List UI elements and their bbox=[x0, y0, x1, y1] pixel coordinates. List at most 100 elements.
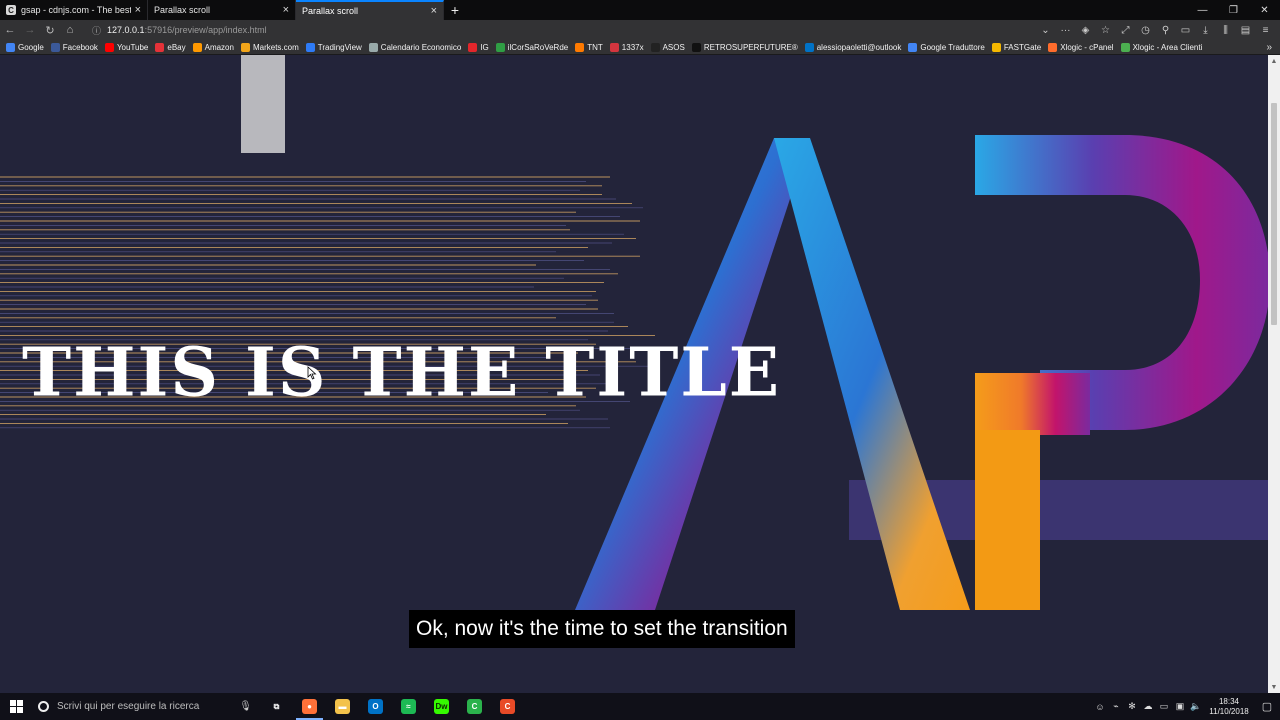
cortana-icon bbox=[38, 701, 49, 712]
bookmark-label: eBay bbox=[167, 42, 186, 52]
close-window-icon[interactable]: ✕ bbox=[1249, 0, 1280, 20]
history-icon[interactable]: ◷ bbox=[1137, 20, 1154, 40]
bookmark-label: alessiopaoletti@outlook bbox=[816, 42, 902, 52]
taskbar-app-spotify[interactable]: ≈ bbox=[392, 693, 425, 720]
bookmark-item[interactable]: alessiopaoletti@outlook bbox=[804, 42, 902, 52]
search-icon[interactable]: ⚲ bbox=[1157, 20, 1174, 40]
back-icon[interactable]: ← bbox=[0, 20, 20, 40]
taskbar-app-outlook[interactable]: O bbox=[359, 693, 392, 720]
bookmark-favicon-icon bbox=[192, 42, 202, 52]
close-tab-icon[interactable]: × bbox=[283, 4, 289, 16]
bookmark-label: Calendario Economico bbox=[380, 42, 462, 52]
bookmark-label: IG bbox=[480, 42, 489, 52]
bookmark-label: Xlogic - cPanel bbox=[1060, 42, 1114, 52]
bookmark-item[interactable]: Google Traduttore bbox=[908, 42, 985, 52]
taskbar-app-dreamweaver[interactable]: Dw bbox=[425, 693, 458, 720]
bookmark-label: Xlogic - Area Clienti bbox=[1132, 42, 1203, 52]
bookmark-favicon-icon bbox=[691, 42, 701, 52]
bookmark-favicon-icon bbox=[495, 42, 505, 52]
video-caption: Ok, now it's the time to set the transit… bbox=[409, 610, 795, 648]
taskbar-app-file-explorer[interactable]: ▬ bbox=[326, 693, 359, 720]
bookmark-favicon-icon bbox=[468, 42, 478, 52]
site-info-icon[interactable]: ⓘ bbox=[92, 24, 101, 37]
bookmark-item[interactable]: FASTGate bbox=[991, 42, 1042, 52]
screenshot-icon[interactable]: ▭ bbox=[1177, 20, 1194, 40]
tab-gsap-cdnjs[interactable]: C gsap - cdnjs.com - The best FO × bbox=[0, 0, 148, 20]
bookmark-item[interactable]: ilCorSaRoVeRde bbox=[495, 42, 569, 52]
windows-start-button[interactable] bbox=[0, 693, 32, 720]
bookmark-favicon-icon bbox=[650, 42, 660, 52]
bookmark-item[interactable]: RETROSUPERFUTURE® bbox=[691, 42, 798, 52]
taskbar-clock[interactable]: 18:34 11/10/2018 bbox=[1204, 697, 1254, 717]
bookmark-item[interactable]: Xlogic - Area Clienti bbox=[1120, 42, 1203, 52]
bookmark-item[interactable]: Google bbox=[6, 42, 44, 52]
page-actions-icon[interactable]: ··· bbox=[1057, 20, 1074, 40]
restore-icon[interactable]: ❐ bbox=[1218, 0, 1249, 20]
forward-icon[interactable]: → bbox=[20, 20, 40, 40]
fullscreen-icon[interactable]: ⤢ bbox=[1117, 20, 1134, 40]
close-tab-icon[interactable]: × bbox=[431, 5, 437, 17]
camtasia-recorder-icon: C bbox=[500, 699, 515, 714]
dropdown-icon[interactable]: ⌄ bbox=[1037, 20, 1054, 40]
bookmarks-bar: Google Facebook YouTube eBay Amazon Markets.c… bbox=[0, 40, 1280, 55]
bookmark-star-icon[interactable]: ☆ bbox=[1097, 20, 1114, 40]
p-arm-shape bbox=[975, 373, 1090, 435]
window-controls: — ❐ ✕ bbox=[1187, 0, 1280, 20]
bookmark-item[interactable]: IG bbox=[468, 42, 489, 52]
notifications-icon[interactable]: ▢ bbox=[1254, 700, 1280, 713]
taskbar-app-camtasia-recorder[interactable]: C bbox=[491, 693, 524, 720]
tab-parallax-scroll-2[interactable]: Parallax scroll × bbox=[296, 0, 444, 20]
reload-icon[interactable]: ↻ bbox=[40, 20, 60, 40]
search-placeholder: Scrivi qui per eseguire la ricerca bbox=[57, 701, 200, 712]
bookmark-item[interactable]: Xlogic - cPanel bbox=[1048, 42, 1114, 52]
bookmark-label: ilCorSaRoVeRde bbox=[507, 42, 569, 52]
home-icon[interactable]: ⌂ bbox=[60, 20, 80, 40]
downloads-icon[interactable]: ⤓ bbox=[1197, 20, 1214, 40]
bookmark-label: Google Traduttore bbox=[920, 42, 985, 52]
bookmark-item[interactable]: Calendario Economico bbox=[368, 42, 462, 52]
library-icon[interactable]: ⫼ bbox=[1217, 20, 1234, 40]
menu-icon[interactable]: ≡ bbox=[1257, 20, 1274, 40]
bookmark-item[interactable]: eBay bbox=[155, 42, 186, 52]
camtasia-icon: C bbox=[467, 699, 482, 714]
bookmark-item[interactable]: TradingView bbox=[305, 42, 362, 52]
volume-icon[interactable]: 🔈 bbox=[1188, 701, 1204, 712]
scroll-up-icon[interactable]: ▲ bbox=[1268, 55, 1280, 67]
bookmark-item[interactable]: Markets.com bbox=[240, 42, 299, 52]
network-icon[interactable]: ▣ bbox=[1172, 701, 1188, 712]
bookmark-label: FASTGate bbox=[1003, 42, 1042, 52]
taskbar-app-task-view[interactable]: ⧉ bbox=[260, 693, 293, 720]
scroll-down-icon[interactable]: ▼ bbox=[1268, 681, 1280, 693]
taskbar-app-camtasia[interactable]: C bbox=[458, 693, 491, 720]
pocket-icon[interactable]: ◈ bbox=[1077, 20, 1094, 40]
microphone-icon[interactable]: 🎙 bbox=[239, 701, 252, 712]
sidebar-icon[interactable]: ▤ bbox=[1237, 20, 1254, 40]
scrollbar-thumb[interactable] bbox=[1271, 103, 1277, 325]
browser-tab-bar: C gsap - cdnjs.com - The best FO × Paral… bbox=[0, 0, 1280, 20]
address-bar[interactable]: ⓘ 127.0.0.1 :57916/preview/app/index.htm… bbox=[86, 22, 1070, 38]
bookmark-favicon-icon bbox=[50, 42, 60, 52]
cloud-icon[interactable]: ☁ bbox=[1140, 701, 1156, 712]
minimize-icon[interactable]: — bbox=[1187, 0, 1218, 20]
tab-parallax-scroll-1[interactable]: Parallax scroll × bbox=[148, 0, 296, 20]
bookmark-item[interactable]: Amazon bbox=[192, 42, 234, 52]
app-tray-icon[interactable]: ✻ bbox=[1124, 701, 1140, 712]
people-icon[interactable]: ☺ bbox=[1092, 702, 1108, 712]
page-scrollbar[interactable]: ▲ ▼ bbox=[1268, 55, 1280, 693]
bookmark-item[interactable]: TNT bbox=[575, 42, 603, 52]
usb-icon[interactable]: ⌁ bbox=[1108, 701, 1124, 712]
bookmark-favicon-icon bbox=[6, 42, 15, 52]
close-tab-icon[interactable]: × bbox=[135, 4, 141, 16]
bookmark-item[interactable]: 1337x bbox=[609, 42, 644, 52]
more-bookmarks-icon[interactable]: » bbox=[1266, 40, 1272, 55]
taskbar-app-firefox[interactable]: ● bbox=[293, 693, 326, 720]
bookmark-label: 1337x bbox=[621, 42, 644, 52]
tab-label: Parallax scroll bbox=[302, 6, 359, 16]
bookmark-item[interactable]: Facebook bbox=[50, 42, 98, 52]
battery-icon[interactable]: ▭ bbox=[1156, 701, 1172, 712]
bookmark-item[interactable]: ASOS bbox=[650, 42, 685, 52]
taskbar-search-box[interactable]: Scrivi qui per eseguire la ricerca 🎙 bbox=[32, 693, 260, 720]
bookmark-item[interactable]: YouTube bbox=[104, 42, 148, 52]
new-tab-button[interactable]: + bbox=[444, 0, 466, 20]
tab-label: Parallax scroll bbox=[154, 5, 211, 15]
